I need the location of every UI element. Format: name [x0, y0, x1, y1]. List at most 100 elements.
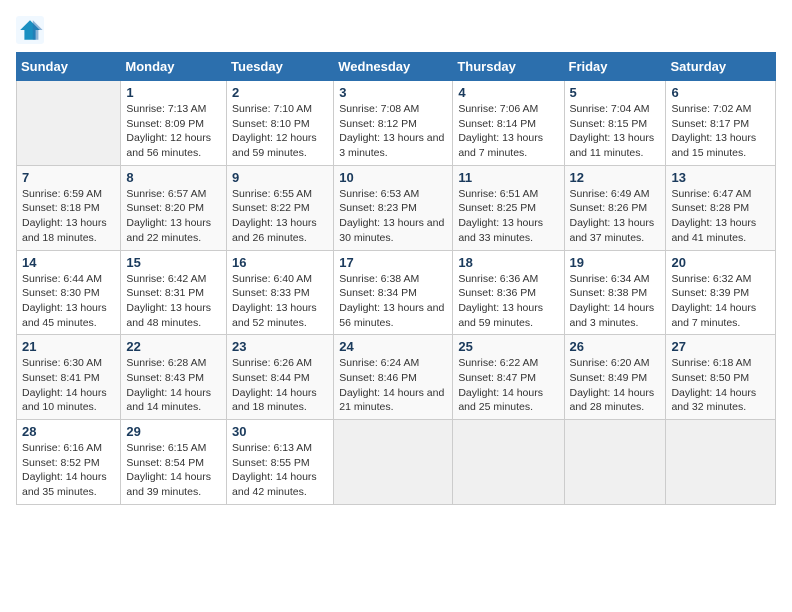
day-number: 14 — [22, 255, 115, 270]
weekday-saturday: Saturday — [666, 53, 776, 81]
day-info: Sunrise: 6:51 AMSunset: 8:25 PMDaylight:… — [458, 187, 558, 246]
day-cell: 5Sunrise: 7:04 AMSunset: 8:15 PMDaylight… — [564, 81, 666, 166]
day-cell: 19 Sunrise: 6:34 AMSunset: 8:38 PMDayligh… — [564, 250, 666, 335]
day-number: 19 — [570, 255, 661, 270]
day-info: Sunrise: 6:36 AMSunset: 8:36 PMDaylight:… — [458, 272, 558, 331]
calendar-body: 1 Sunrise: 7:13 AMSunset: 8:09 PMDaylight… — [17, 81, 776, 505]
week-row-1: 1 Sunrise: 7:13 AMSunset: 8:09 PMDaylight… — [17, 81, 776, 166]
weekday-thursday: Thursday — [453, 53, 564, 81]
day-info: Sunrise: 6:16 AMSunset: 8:52 PMDaylight:… — [22, 441, 115, 500]
day-number: 18 — [458, 255, 558, 270]
day-cell: 14 Sunrise: 6:44 AMSunset: 8:30 PMDayligh… — [17, 250, 121, 335]
day-info: Sunrise: 7:08 AMSunset: 8:12 PMDaylight:… — [339, 102, 447, 161]
day-cell: 24 Sunrise: 6:24 AMSunset: 8:46 PMDayligh… — [334, 335, 453, 420]
day-info: Sunrise: 6:24 AMSunset: 8:46 PMDaylight:… — [339, 356, 447, 415]
day-cell — [334, 420, 453, 505]
day-number: 15 — [126, 255, 221, 270]
day-cell: 21 Sunrise: 6:30 AMSunset: 8:41 PMDayligh… — [17, 335, 121, 420]
day-number: 25 — [458, 339, 558, 354]
logo-icon — [16, 16, 44, 44]
day-number: 9 — [232, 170, 328, 185]
day-number: 12 — [570, 170, 661, 185]
day-info: Sunrise: 6:59 AMSunset: 8:18 PMDaylight:… — [22, 187, 115, 246]
day-number: 1 — [126, 85, 221, 100]
day-cell: 1 Sunrise: 7:13 AMSunset: 8:09 PMDaylight… — [121, 81, 227, 166]
day-cell: 4Sunrise: 7:06 AMSunset: 8:14 PMDaylight… — [453, 81, 564, 166]
logo — [16, 16, 48, 44]
day-info: Sunrise: 6:55 AMSunset: 8:22 PMDaylight:… — [232, 187, 328, 246]
day-info: Sunrise: 6:44 AMSunset: 8:30 PMDaylight:… — [22, 272, 115, 331]
day-number: 10 — [339, 170, 447, 185]
day-cell: 3 Sunrise: 7:08 AMSunset: 8:12 PMDaylight… — [334, 81, 453, 166]
day-number: 16 — [232, 255, 328, 270]
day-cell: 15 Sunrise: 6:42 AMSunset: 8:31 PMDayligh… — [121, 250, 227, 335]
day-info: Sunrise: 6:57 AMSunset: 8:20 PMDaylight:… — [126, 187, 221, 246]
day-info: Sunrise: 7:10 AMSunset: 8:10 PMDaylight:… — [232, 102, 328, 161]
day-number: 29 — [126, 424, 221, 439]
day-cell: 16 Sunrise: 6:40 AMSunset: 8:33 PMDayligh… — [227, 250, 334, 335]
day-cell: 6Sunrise: 7:02 AMSunset: 8:17 PMDaylight… — [666, 81, 776, 166]
day-number: 30 — [232, 424, 328, 439]
day-info: Sunrise: 6:47 AMSunset: 8:28 PMDaylight:… — [671, 187, 770, 246]
day-cell: 9 Sunrise: 6:55 AMSunset: 8:22 PMDaylight… — [227, 165, 334, 250]
day-number: 5 — [570, 85, 661, 100]
day-number: 3 — [339, 85, 447, 100]
day-cell: 23 Sunrise: 6:26 AMSunset: 8:44 PMDayligh… — [227, 335, 334, 420]
day-info: Sunrise: 6:40 AMSunset: 8:33 PMDaylight:… — [232, 272, 328, 331]
day-cell: 12 Sunrise: 6:49 AMSunset: 8:26 PMDayligh… — [564, 165, 666, 250]
day-info: Sunrise: 6:22 AMSunset: 8:47 PMDaylight:… — [458, 356, 558, 415]
weekday-friday: Friday — [564, 53, 666, 81]
day-info: Sunrise: 6:30 AMSunset: 8:41 PMDaylight:… — [22, 356, 115, 415]
day-cell — [17, 81, 121, 166]
week-row-5: 28 Sunrise: 6:16 AMSunset: 8:52 PMDayligh… — [17, 420, 776, 505]
day-cell — [564, 420, 666, 505]
week-row-4: 21 Sunrise: 6:30 AMSunset: 8:41 PMDayligh… — [17, 335, 776, 420]
day-info: Sunrise: 6:49 AMSunset: 8:26 PMDaylight:… — [570, 187, 661, 246]
day-cell: 22 Sunrise: 6:28 AMSunset: 8:43 PMDayligh… — [121, 335, 227, 420]
day-number: 11 — [458, 170, 558, 185]
week-row-2: 7 Sunrise: 6:59 AMSunset: 8:18 PMDaylight… — [17, 165, 776, 250]
day-cell: 25 Sunrise: 6:22 AMSunset: 8:47 PMDayligh… — [453, 335, 564, 420]
day-number: 7 — [22, 170, 115, 185]
day-number: 21 — [22, 339, 115, 354]
day-cell: 7 Sunrise: 6:59 AMSunset: 8:18 PMDaylight… — [17, 165, 121, 250]
day-number: 6 — [671, 85, 770, 100]
weekday-tuesday: Tuesday — [227, 53, 334, 81]
day-cell: 28 Sunrise: 6:16 AMSunset: 8:52 PMDayligh… — [17, 420, 121, 505]
day-cell: 10 Sunrise: 6:53 AMSunset: 8:23 PMDayligh… — [334, 165, 453, 250]
day-info: Sunrise: 6:26 AMSunset: 8:44 PMDaylight:… — [232, 356, 328, 415]
calendar-header: SundayMondayTuesdayWednesdayThursdayFrid… — [17, 53, 776, 81]
day-number: 22 — [126, 339, 221, 354]
day-cell: 17Sunrise: 6:38 AMSunset: 8:34 PMDayligh… — [334, 250, 453, 335]
day-number: 4 — [458, 85, 558, 100]
day-info: Sunrise: 6:38 AMSunset: 8:34 PMDaylight:… — [339, 272, 447, 331]
day-number: 28 — [22, 424, 115, 439]
day-info: Sunrise: 6:28 AMSunset: 8:43 PMDaylight:… — [126, 356, 221, 415]
day-cell: 27Sunrise: 6:18 AMSunset: 8:50 PMDayligh… — [666, 335, 776, 420]
day-cell: 8 Sunrise: 6:57 AMSunset: 8:20 PMDaylight… — [121, 165, 227, 250]
week-row-3: 14 Sunrise: 6:44 AMSunset: 8:30 PMDayligh… — [17, 250, 776, 335]
day-info: Sunrise: 7:13 AMSunset: 8:09 PMDaylight:… — [126, 102, 221, 161]
day-cell: 29 Sunrise: 6:15 AMSunset: 8:54 PMDayligh… — [121, 420, 227, 505]
day-info: Sunrise: 6:53 AMSunset: 8:23 PMDaylight:… — [339, 187, 447, 246]
day-info: Sunrise: 6:34 AMSunset: 8:38 PMDaylight:… — [570, 272, 661, 331]
day-number: 23 — [232, 339, 328, 354]
weekday-monday: Monday — [121, 53, 227, 81]
day-number: 13 — [671, 170, 770, 185]
day-number: 24 — [339, 339, 447, 354]
day-cell: 30Sunrise: 6:13 AMSunset: 8:55 PMDayligh… — [227, 420, 334, 505]
day-number: 8 — [126, 170, 221, 185]
day-cell: 20 Sunrise: 6:32 AMSunset: 8:39 PMDayligh… — [666, 250, 776, 335]
day-cell — [666, 420, 776, 505]
day-info: Sunrise: 6:15 AMSunset: 8:54 PMDaylight:… — [126, 441, 221, 500]
day-cell: 26Sunrise: 6:20 AMSunset: 8:49 PMDayligh… — [564, 335, 666, 420]
calendar-table: SundayMondayTuesdayWednesdayThursdayFrid… — [16, 52, 776, 505]
day-info: Sunrise: 6:32 AMSunset: 8:39 PMDaylight:… — [671, 272, 770, 331]
day-info: Sunrise: 6:18 AMSunset: 8:50 PMDaylight:… — [671, 356, 770, 415]
weekday-header-row: SundayMondayTuesdayWednesdayThursdayFrid… — [17, 53, 776, 81]
day-number: 20 — [671, 255, 770, 270]
day-cell: 2Sunrise: 7:10 AMSunset: 8:10 PMDaylight… — [227, 81, 334, 166]
day-cell: 18 Sunrise: 6:36 AMSunset: 8:36 PMDayligh… — [453, 250, 564, 335]
weekday-wednesday: Wednesday — [334, 53, 453, 81]
day-info: Sunrise: 6:42 AMSunset: 8:31 PMDaylight:… — [126, 272, 221, 331]
